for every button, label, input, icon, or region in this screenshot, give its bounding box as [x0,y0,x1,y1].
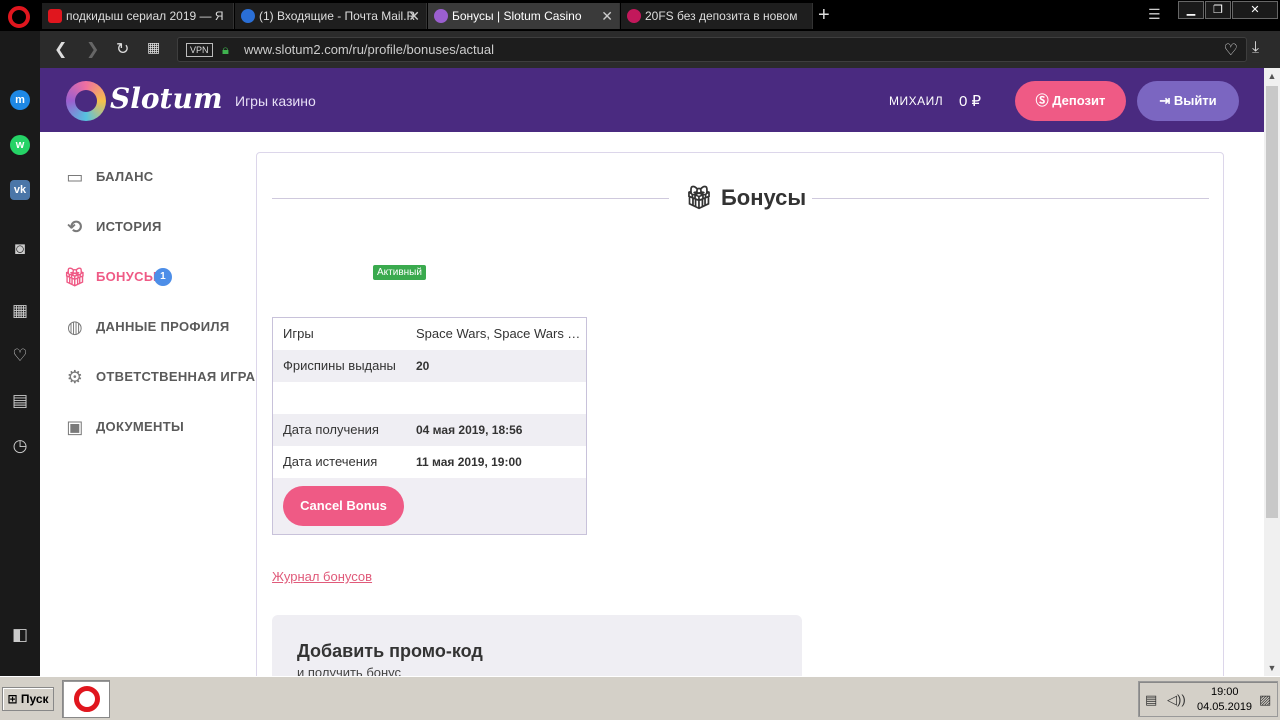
browser-tab[interactable]: 20FS без депозита в новом [621,3,813,29]
speed-dial-grid-icon[interactable]: ▦ [9,301,31,321]
site-header: Slotum Игры казино МИХАИЛ 0 ₽ Ⓢ Депозит … [40,68,1264,132]
deposit-button[interactable]: Ⓢ Депозит [1015,81,1126,121]
new-tab-button[interactable]: + [818,3,830,27]
reload-icon[interactable]: ↻ [116,39,129,59]
balance-amount: 0 ₽ [959,93,982,110]
close-window-button[interactable]: ✕ [1232,1,1278,19]
camera-icon[interactable]: ◙ [9,239,31,259]
slotum-logo-icon[interactable] [66,81,106,121]
whatsapp-icon[interactable]: w [10,135,30,155]
opera-menu-icon[interactable] [8,6,30,28]
table-row [273,382,586,414]
show-desktop-icon[interactable]: ▨ [1259,692,1271,708]
cancel-bonus-button[interactable]: Cancel Bonus [283,486,404,526]
bookmarks-heart-icon[interactable]: ♡ [9,346,31,366]
table-row: Фриспины выданы 20 [273,350,586,382]
back-arrow-icon[interactable]: ❮ [54,39,67,59]
status-badge: Активный [373,265,426,280]
vk-icon[interactable]: vk [10,180,30,200]
bonus-details-table: Игры Space Wars, Space Wars Touch Фриспи… [272,317,587,535]
logout-button[interactable]: ⇥ Выйти [1137,81,1239,121]
scroll-thumb[interactable] [1266,86,1278,518]
gift-icon: 🎁︎ [63,267,87,287]
gift-icon: 🎁︎ [685,185,713,210]
page-scrollbar[interactable]: ▲ ▼ [1264,68,1280,676]
table-row: Игры Space Wars, Space Wars Touch [273,318,586,350]
tab-menu-icon[interactable]: ☰ [1148,6,1161,23]
promo-code-box: Добавить промо-код и получить бонус [272,615,802,676]
title-divider-left [272,198,669,199]
url-text[interactable]: www.slotum2.com/ru/profile/bonuses/actua… [244,42,494,57]
url-field[interactable]: VPN 🔒︎ www.slotum2.com/ru/profile/bonuse… [177,37,1247,62]
network-icon[interactable]: ▤ [1145,692,1157,708]
history-clock-icon[interactable]: ◷ [9,436,31,456]
messenger-icon[interactable]: m [10,90,30,110]
browser-tab[interactable]: (1) Входящие - Почта Mail.R ✕ [235,3,427,29]
speed-dial-icon[interactable]: ▦ [147,39,160,56]
news-icon[interactable]: ▤ [9,391,31,411]
taskbar: ⊞ Пуск ▤ ◁)) 19:00 04.05.2019 ▨ [0,676,1280,720]
browser-tab[interactable]: подкидыш сериал 2019 — Я [42,3,234,29]
browser-tab-strip: подкидыш сериал 2019 — Я (1) Входящие - … [0,0,1280,31]
promo-subtitle: и получить бонус [297,665,402,676]
address-toolbar: ❮ ❯ ↻ ▦ VPN 🔒︎ www.slotum2.com/ru/profil… [40,31,1280,68]
table-row: Дата получения 04 мая 2019, 18:56 [273,414,586,446]
opera-icon [74,686,100,712]
scroll-down-arrow-icon[interactable]: ▼ [1264,660,1280,676]
slotum-page: Slotum Игры казино МИХАИЛ 0 ₽ Ⓢ Депозит … [40,68,1264,676]
title-divider-right [812,198,1209,199]
casino-games-link[interactable]: Игры казино [235,93,316,109]
minimize-button[interactable]: ▁ [1178,1,1204,19]
lock-icon[interactable]: 🔒︎ [222,42,229,58]
volume-icon[interactable]: ◁)) [1167,692,1186,708]
history-icon: ⟲ [67,217,83,237]
wallet-icon: ▭ [66,167,84,187]
vpn-badge[interactable]: VPN [186,43,213,57]
system-tray: ▤ ◁)) 19:00 04.05.2019 ▨ [1138,681,1278,717]
start-button[interactable]: ⊞ Пуск [2,687,54,711]
close-tab-icon[interactable]: ✕ [408,3,420,29]
id-card-icon: ▣ [66,417,84,437]
opera-sidebar: m w vk ◙ ▦ ♡ ▤ ◷ ◧ [0,31,40,676]
clock-date[interactable]: 04.05.2019 [1197,701,1252,713]
table-row: Дата истечения 11 мая 2019, 19:00 [273,446,586,478]
gear-icon: ⚙ [66,367,84,387]
windows-logo-icon: ⊞ [7,692,21,706]
slotum-favicon-icon [434,9,448,23]
maximize-button[interactable]: ❐ [1205,1,1231,19]
casino-chip-favicon-icon [627,9,641,23]
clock-time[interactable]: 19:00 [1211,686,1239,698]
bonuses-card: 🎁︎ Бонусы Активный Игры Space Wars, Space… [256,152,1224,676]
logout-icon: ⇥ [1159,93,1174,108]
mail-favicon-icon [241,9,255,23]
bonus-count-badge: 1 [154,268,172,286]
scroll-up-arrow-icon[interactable]: ▲ [1264,68,1280,84]
user-icon: ◍ [66,317,83,337]
bookmark-heart-icon[interactable]: ♡ [1224,40,1238,60]
page-title: 🎁︎ Бонусы [685,185,807,210]
taskbar-opera-button[interactable] [62,680,110,718]
user-name[interactable]: МИХАИЛ [889,94,943,108]
browser-tab-active[interactable]: Бонусы | Slotum Casino ✕ [428,3,620,29]
forward-arrow-icon[interactable]: ❯ [86,39,99,59]
coin-icon: Ⓢ [1035,93,1053,108]
promo-title: Добавить промо-код [297,641,483,661]
sidebar-toggle-icon[interactable]: ◧ [9,625,31,645]
download-icon[interactable]: ⤓ [1252,39,1259,57]
bonus-journal-link[interactable]: Журнал бонусов [272,569,372,584]
site-logo-text[interactable]: Slotum [110,82,222,115]
yandex-favicon-icon [48,9,62,23]
close-tab-icon[interactable]: ✕ [601,3,613,29]
